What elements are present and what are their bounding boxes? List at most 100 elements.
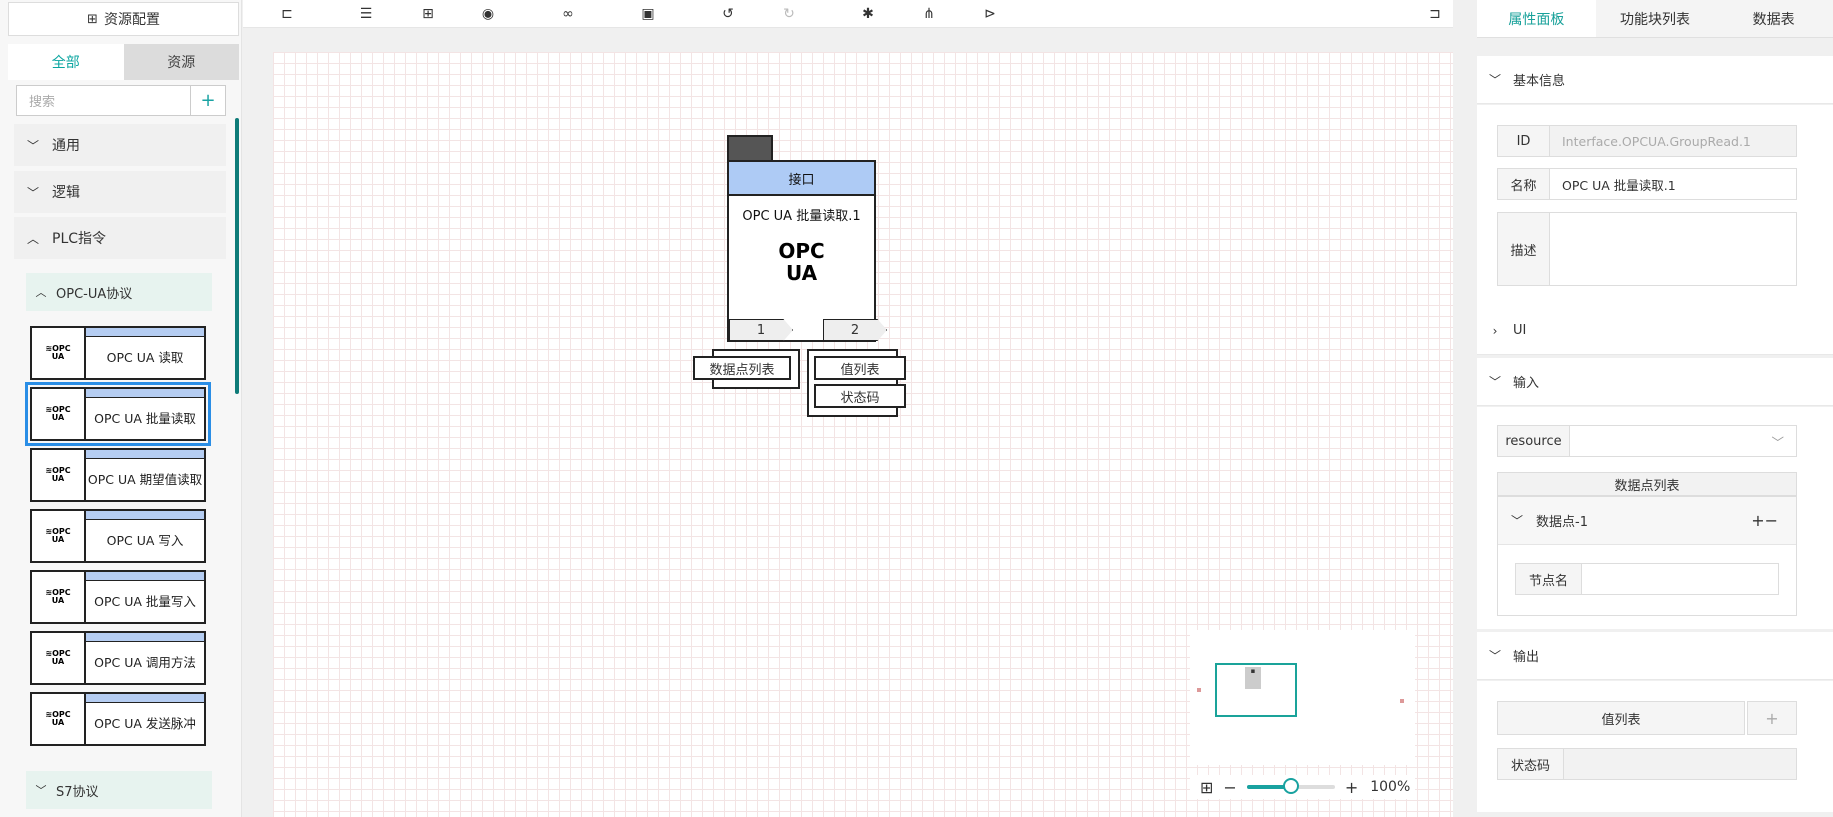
resource-config-button[interactable]: ⊞ 资源配置 — [8, 2, 239, 36]
zoom-out-icon[interactable]: − — [1223, 778, 1236, 797]
description-textarea[interactable] — [1550, 213, 1796, 285]
node-name: OPC UA 批量读取.1 — [742, 209, 861, 224]
expand-right-icon[interactable]: ⊐ — [1425, 4, 1445, 24]
field-label: 描述 — [1498, 213, 1550, 285]
block-opcua-expected-read[interactable]: ≋OPC UA OPC UA 期望值读取 — [30, 448, 206, 502]
node-handle[interactable] — [727, 135, 773, 162]
block-label: OPC UA 调用方法 — [86, 633, 204, 683]
run-icon[interactable]: ⊳ — [980, 4, 1000, 24]
debug-icon[interactable]: ✱ — [858, 4, 878, 24]
id-field: ID Interface.OPCUA.GroupRead.1 — [1497, 125, 1797, 157]
description-field[interactable]: 描述 — [1497, 212, 1797, 286]
resource-config-label: 资源配置 — [103, 12, 160, 28]
opcua-logo-icon: ≋OPC UA — [32, 328, 86, 378]
left-scrollbar[interactable] — [235, 118, 239, 394]
value-list-button[interactable]: 值列表 — [1497, 701, 1745, 735]
status-code-value — [1564, 749, 1796, 779]
name-field[interactable]: 名称 OPC UA 批量读取.1 — [1497, 168, 1797, 200]
network-icon[interactable]: ⋔ — [919, 4, 939, 24]
chevron-down-icon: ﹀ — [1488, 73, 1501, 87]
block-label: OPC UA 写入 — [86, 511, 204, 561]
add-button[interactable]: + — [191, 85, 226, 116]
category-general[interactable]: ﹀ 通用 — [14, 124, 226, 166]
section-output[interactable]: ﹀ 输出 — [1477, 632, 1833, 680]
chevron-down-icon: ﹀ — [1488, 375, 1501, 389]
logo-line-2: UA — [785, 261, 818, 285]
node-name-input[interactable] — [1582, 564, 1778, 594]
status-code-field: 状态码 — [1497, 748, 1797, 780]
datapoint-item-header[interactable]: ﹀ 数据点-1 +− — [1498, 497, 1796, 545]
zoom-in-icon[interactable]: + — [1345, 778, 1358, 797]
subcategory-label: S7协议 — [56, 784, 99, 800]
block-opcua-read[interactable]: ≋OPC UA OPC UA 读取 — [30, 326, 206, 380]
add-remove-buttons[interactable]: +− — [1751, 511, 1778, 530]
node-port-2[interactable]: 2 — [823, 319, 887, 341]
opcua-logo-icon: ≋OPC UA — [32, 511, 86, 561]
category-plc[interactable]: ︿ PLC指令 — [14, 217, 226, 259]
logo-line-1: OPC — [778, 239, 825, 263]
opcua-logo-icon: ≋OPC UA — [32, 389, 86, 439]
preview-icon[interactable]: ◉ — [478, 4, 498, 24]
block-opcua-group-read[interactable]: ≋OPC UA OPC UA 批量读取 — [25, 382, 211, 446]
tab-block-list[interactable]: 功能块列表 — [1595, 0, 1715, 37]
minimap-node: ▪ — [1245, 667, 1261, 689]
chevron-down-icon: ﹀ — [26, 138, 39, 153]
search-input[interactable]: 搜索 — [16, 85, 191, 116]
subcategory-s7[interactable]: ﹀ S7协议 — [26, 771, 212, 809]
node-header: 接口 — [729, 162, 874, 196]
block-opcua-send-pulse[interactable]: ≋OPC UA OPC UA 发送脉冲 — [30, 692, 206, 746]
node-name-field[interactable]: 节点名 — [1515, 563, 1779, 595]
block-label: OPC UA 批量读取 — [86, 389, 204, 439]
datapoint-list-header: 数据点列表 — [1497, 472, 1797, 496]
block-opcua-write[interactable]: ≋OPC UA OPC UA 写入 — [30, 509, 206, 563]
undo-icon[interactable]: ↺ — [718, 4, 738, 24]
chevron-down-icon[interactable]: ﹀ — [1570, 426, 1796, 456]
section-ui[interactable]: › UI — [1477, 307, 1833, 355]
save-icon[interactable]: ▣ — [638, 4, 658, 24]
chevron-down-icon: ﹀ — [26, 185, 39, 200]
field-label: 名称 — [1498, 169, 1550, 199]
output-pin-status[interactable]: 状态码 — [814, 384, 906, 408]
chevron-up-icon: ︿ — [35, 286, 47, 299]
tab-datatable[interactable]: 数据表 — [1714, 0, 1833, 37]
block-label: OPC UA 批量写入 — [86, 572, 204, 622]
chevron-right-icon: › — [1492, 323, 1498, 338]
node-port-1[interactable]: 1 — [729, 319, 793, 341]
category-logic[interactable]: ﹀ 逻辑 — [14, 171, 226, 213]
tab-properties[interactable]: 属性面板 — [1477, 0, 1596, 37]
opcua-logo-icon: ≋OPC UA — [32, 633, 86, 683]
block-opcua-group-write[interactable]: ≋OPC UA OPC UA 批量写入 — [30, 570, 206, 624]
block-label: OPC UA 发送脉冲 — [86, 694, 204, 744]
fit-view-icon[interactable]: ⊞ — [1200, 778, 1213, 797]
add-output-button[interactable]: + — [1747, 701, 1797, 735]
zoom-slider-knob[interactable] — [1282, 778, 1299, 794]
block-opcua-call-method[interactable]: ≋OPC UA OPC UA 调用方法 — [30, 631, 206, 685]
config-icon: ⊞ — [87, 11, 98, 27]
pin-label: 状态码 — [840, 390, 880, 406]
field-label: ID — [1498, 126, 1550, 156]
resource-select[interactable]: resource ﹀ — [1497, 425, 1797, 457]
section-input[interactable]: ﹀ 输入 — [1477, 358, 1833, 406]
subcategory-label: OPC-UA协议 — [56, 286, 133, 302]
zoom-slider[interactable] — [1246, 778, 1335, 794]
redo-icon[interactable]: ↻ — [779, 4, 799, 24]
output-pin-values[interactable]: 值列表 — [814, 356, 906, 380]
opcua-logo-icon: OPC UA — [729, 240, 874, 284]
link-icon[interactable]: ∞ — [558, 4, 578, 24]
chevron-down-icon: ﹀ — [1488, 649, 1501, 663]
section-basic-info[interactable]: ﹀ 基本信息 — [1477, 56, 1833, 104]
tab-resource[interactable]: 资源 — [123, 44, 239, 80]
subcategory-opcua[interactable]: ︿ OPC-UA协议 — [26, 273, 212, 311]
input-pin-datapoints[interactable]: 数据点列表 — [693, 356, 791, 380]
left-panel: ⊞ 资源配置 全部 资源 搜索 + ﹀ 通用 ﹀ 逻辑 ︿ PLC指令 ︿ OP… — [0, 0, 242, 817]
flow-node[interactable]: 接口 OPC UA 批量读取.1 OPC UA — [727, 160, 876, 342]
chevron-up-icon: ︿ — [26, 231, 39, 246]
fit-icon[interactable]: ⊞ — [418, 4, 438, 24]
right-panel: 属性面板 功能块列表 数据表 ﹀ 基本信息 ID Interface.OPCUA… — [1477, 0, 1833, 817]
align-icon[interactable]: ☰ — [356, 4, 376, 24]
block-label: OPC UA 读取 — [86, 328, 204, 378]
opcua-logo-icon: ≋OPC UA — [32, 694, 86, 744]
collapse-left-icon[interactable]: ⊏ — [277, 4, 297, 24]
name-input[interactable]: OPC UA 批量读取.1 — [1550, 169, 1796, 199]
tab-all[interactable]: 全部 — [8, 44, 124, 80]
